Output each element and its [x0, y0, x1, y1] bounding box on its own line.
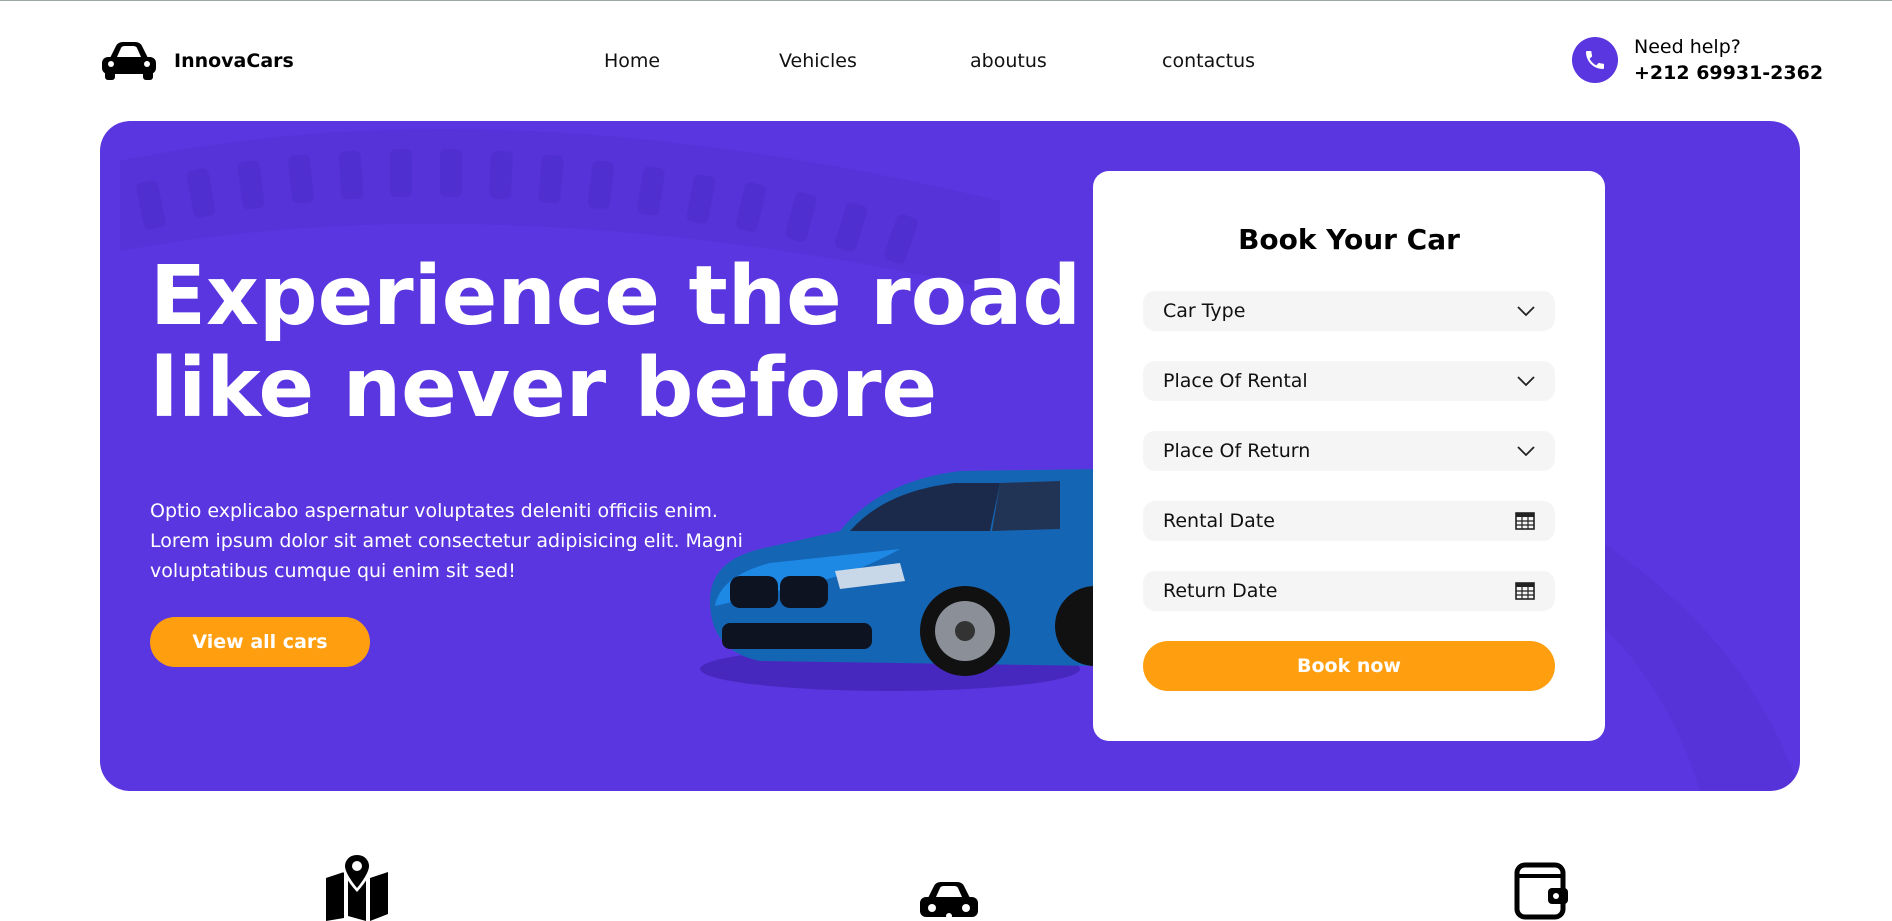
help-phone-number[interactable]: +212 69931-2362: [1634, 62, 1823, 84]
car-image: [700, 469, 1100, 691]
place-of-rental-label: Place Of Rental: [1163, 370, 1308, 392]
brand-name: InnovaCars: [174, 50, 294, 72]
help-contact[interactable]: Need help? +212 69931-2362: [1572, 36, 1823, 84]
hero-banner: Experience the road like never before Op…: [100, 121, 1800, 791]
view-all-cars-button[interactable]: View all cars: [150, 617, 370, 667]
rental-date-input[interactable]: Rental Date: [1143, 501, 1555, 541]
chevron-down-icon: [1517, 446, 1535, 457]
logo[interactable]: InnovaCars: [100, 40, 294, 82]
booking-title: Book Your Car: [1238, 223, 1460, 256]
help-label: Need help?: [1634, 36, 1741, 58]
booking-form: Book Your Car Car Type Place Of Rental P…: [1093, 171, 1605, 741]
car-icon: [920, 882, 978, 919]
nav-aboutus[interactable]: aboutus: [970, 50, 1047, 72]
phone-icon: [1572, 37, 1618, 83]
car-type-select[interactable]: Car Type: [1143, 291, 1555, 331]
calendar-icon: [1515, 582, 1535, 600]
hero-description: Optio explicabo aspernatur voluptates de…: [150, 500, 743, 582]
hero-headline-line2: like never before: [150, 341, 938, 436]
nav-home[interactable]: Home: [604, 50, 660, 72]
car-icon: [102, 42, 156, 80]
book-now-button[interactable]: Book now: [1143, 641, 1555, 691]
nav-vehicles[interactable]: Vehicles: [779, 50, 857, 72]
wallet-icon: [1514, 862, 1568, 920]
map-pin-icon: [326, 852, 388, 921]
hero-headline-line1: Experience the road: [150, 249, 1082, 344]
nav-contactus[interactable]: contactus: [1162, 50, 1255, 72]
place-of-rental-select[interactable]: Place Of Rental: [1143, 361, 1555, 401]
return-date-label: Return Date: [1163, 580, 1278, 602]
hero-headline: Experience the road like never before: [150, 251, 1081, 435]
chevron-down-icon: [1517, 306, 1535, 317]
return-date-input[interactable]: Return Date: [1143, 571, 1555, 611]
place-of-return-select[interactable]: Place Of Return: [1143, 431, 1555, 471]
top-border: [0, 0, 1892, 1]
place-of-return-label: Place Of Return: [1163, 440, 1311, 462]
rental-date-label: Rental Date: [1163, 510, 1275, 532]
chevron-down-icon: [1517, 376, 1535, 387]
calendar-icon: [1515, 512, 1535, 530]
car-type-label: Car Type: [1163, 300, 1246, 322]
